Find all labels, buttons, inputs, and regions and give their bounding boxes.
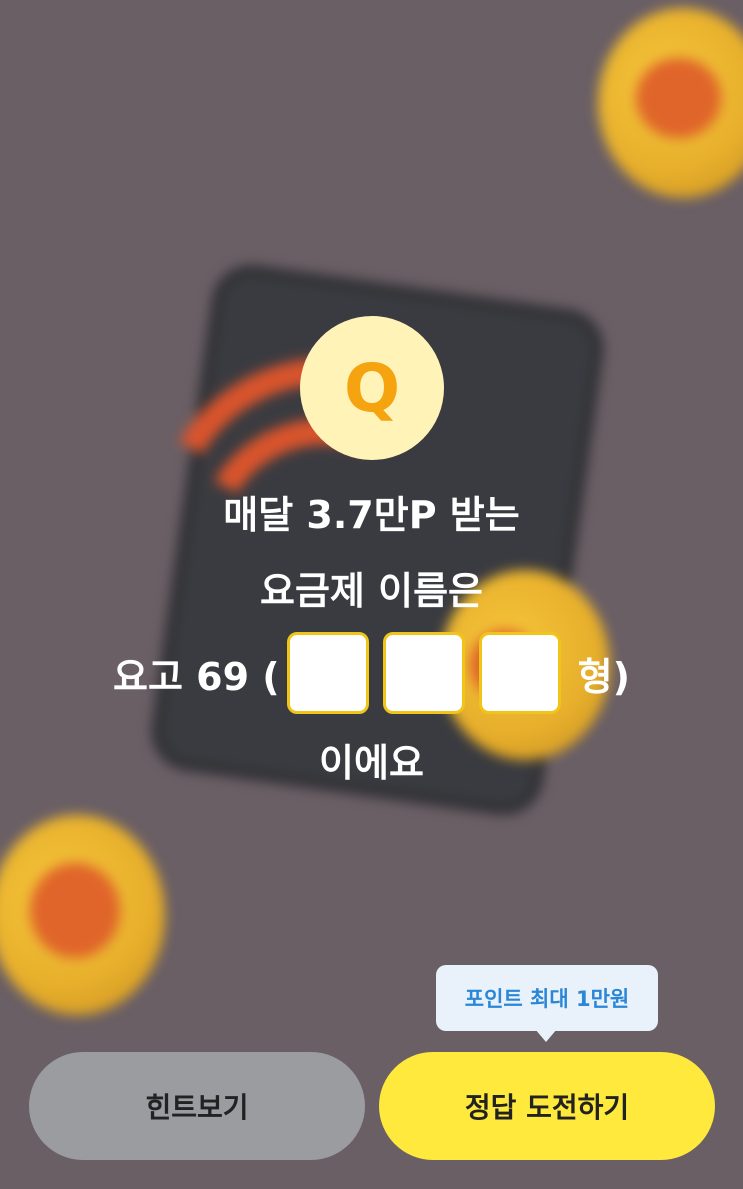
q-badge-icon: Q [300,316,444,460]
tooltip-text: 포인트 최대 1만원 [464,987,630,1011]
answer-blank-2[interactable] [382,632,465,714]
answer-blank-1[interactable] [286,632,369,714]
answer-suffix: 형) [577,654,630,699]
tooltip-tail [535,1029,557,1042]
answer-prefix: 요고 69 ( [113,654,280,699]
question-line-3: 요고 69 ( 형) [0,628,743,718]
hint-button[interactable]: 힌트보기 [29,1052,365,1160]
coin-chat-icon [0,815,165,1015]
answer-challenge-button[interactable]: 정답 도전하기 [379,1052,715,1160]
question-line-4: 이에요 [319,741,424,785]
question-line-1: 매달 3.7만P 받는 [223,493,520,537]
answer-blank-3[interactable] [478,632,561,714]
question-line-2: 요금제 이름은 [260,569,483,613]
q-letter: Q [343,349,401,427]
reward-tooltip: 포인트 최대 1만원 [436,965,658,1031]
coin-chat-icon [598,8,743,198]
